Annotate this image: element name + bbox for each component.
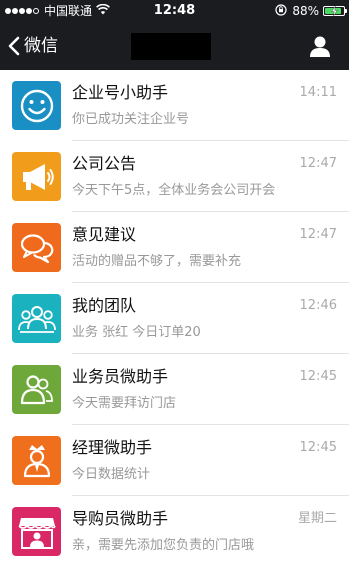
chat-name: 导购员微助手 [72, 509, 169, 528]
chat-name: 企业号小助手 [72, 83, 169, 102]
smiley-icon [19, 88, 55, 124]
chat-preview: 今天下午5点，全体业务会公司开会 [72, 183, 276, 198]
status-bar: 中国联通 12:48 88% [0, 0, 349, 22]
chat-time: 12:45 [299, 369, 337, 384]
chat-name: 业务员微助手 [72, 367, 169, 386]
chat-row[interactable]: 企业号小助手 14:11 你已成功关注企业号 [0, 70, 349, 141]
chat-name: 公司公告 [72, 154, 137, 173]
chat-preview: 亲，需要先添加您负责的门店哦 [72, 538, 255, 553]
chat-list: 企业号小助手 14:11 你已成功关注企业号公司公告 12:47 今天下午5点，全体业务… [0, 70, 349, 565]
chat-time: 12:47 [299, 156, 337, 171]
chat-time: 12:47 [299, 227, 337, 242]
chat-row[interactable]: 公司公告 12:47 今天下午5点，全体业务会公司开会 [0, 141, 349, 212]
status-right: 88% [275, 3, 347, 19]
avatar [12, 294, 61, 343]
avatar [12, 365, 61, 414]
chat-row[interactable]: 导购员微助手 星期二亲，需要先添加您负责的门店哦 [0, 496, 349, 565]
profile-button[interactable] [308, 34, 332, 58]
chat-name: 我的团队 [72, 296, 137, 315]
avatar [12, 223, 61, 272]
battery-icon [323, 6, 347, 16]
chat-name: 经理微助手 [72, 438, 153, 457]
shop-guide-icon [17, 513, 57, 551]
salesperson-icon [18, 372, 56, 408]
battery-percent: 88% [292, 4, 319, 18]
avatar [12, 152, 61, 201]
team-icon [17, 302, 57, 336]
chat-time: 星期二 [297, 511, 337, 526]
battery-cap [345, 9, 347, 13]
avatar [12, 81, 61, 130]
charging-bolt-icon [331, 6, 338, 16]
wechat-enterprise-screen: 中国联通 12:48 88% 微信 企业号小助手 14:11 你已成功关注企业号… [0, 0, 349, 565]
back-label: 微信 [24, 36, 58, 56]
rotation-lock-icon [275, 3, 287, 19]
chat-time: 14:11 [299, 85, 337, 100]
chat-row[interactable]: 我的团队 12:46 业务 张红 今日订单20 [0, 283, 349, 354]
chevron-left-icon [8, 36, 20, 56]
megaphone-icon [18, 159, 56, 195]
back-button[interactable]: 微信 [8, 32, 58, 60]
chat-preview: 业务 张红 今日订单20 [72, 325, 201, 340]
avatar [12, 436, 61, 485]
chat-preview: 你已成功关注企业号 [72, 112, 190, 127]
chat-row[interactable]: 意见建议 12:47 活动的赠品不够了，需要补充 [0, 212, 349, 283]
chat-name: 意见建议 [72, 225, 137, 244]
chat-row[interactable]: 业务员微助手 12:45 今天需要拜访门店 [0, 354, 349, 425]
chat-preview: 今天需要拜访门店 [72, 396, 177, 411]
manager-icon [19, 442, 55, 480]
avatar [12, 507, 61, 556]
person-icon [310, 36, 330, 57]
navigation-bar: 微信 [0, 22, 349, 70]
chat-preview: 活动的赠品不够了，需要补充 [72, 254, 242, 269]
chat-time: 12:45 [299, 440, 337, 455]
chat-row[interactable]: 经理微助手 12:45 今日数据统计 [0, 425, 349, 496]
chat-preview: 今日数据统计 [72, 467, 151, 482]
redacted-title [131, 33, 211, 60]
chat-bubbles-icon [18, 230, 56, 266]
chat-time: 12:46 [299, 298, 337, 313]
